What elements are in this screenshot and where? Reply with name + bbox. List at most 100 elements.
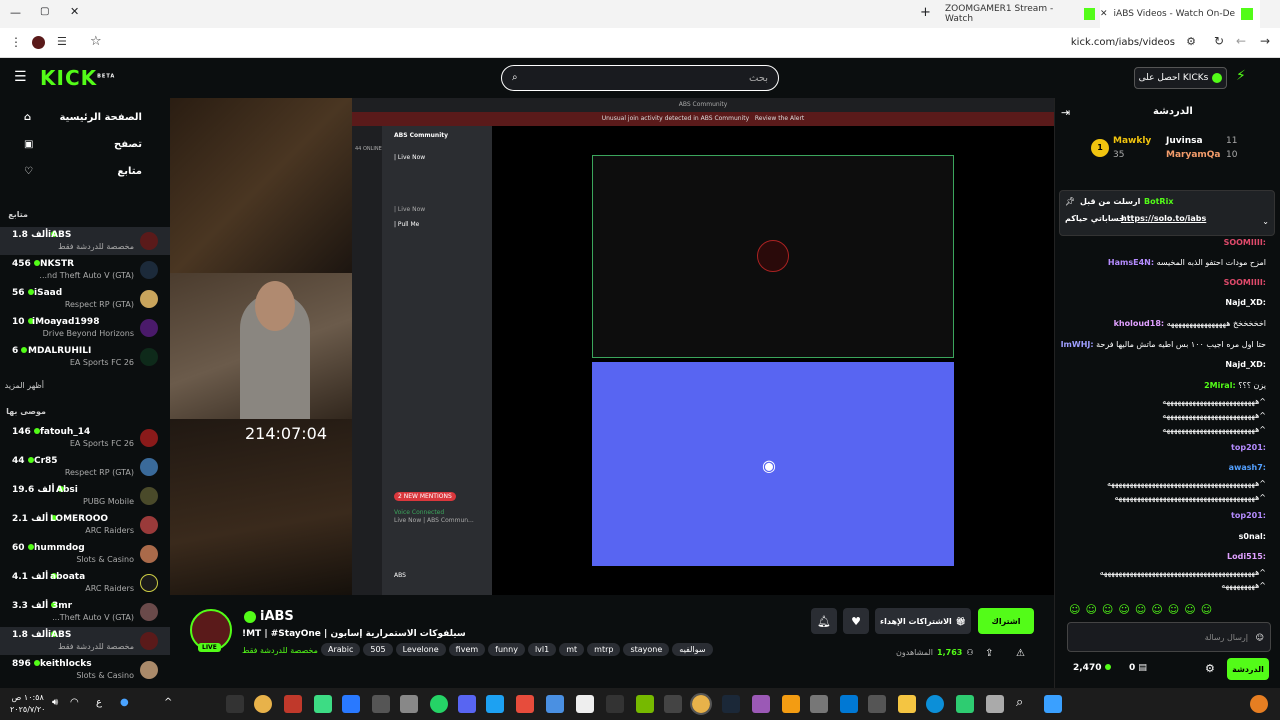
playlist-icon[interactable]: ☰ [57,35,67,48]
tag[interactable]: سوالفيه [672,643,713,656]
sidebar-channel[interactable]: 60 hummdog Slots & Casino [0,540,170,568]
app-icon[interactable] [752,695,770,713]
close-tab-icon[interactable]: ✕ [1100,9,1108,19]
wifi-icon[interactable]: ◠ [70,697,79,708]
explorer-icon[interactable] [898,695,916,713]
sidebar-channel[interactable]: 4.1 ألف aboata ARC Raiders [0,569,170,597]
profile-avatar[interactable] [32,36,45,49]
browser-tab[interactable]: ZOOMGAMER1 Stream - Watch [945,0,1095,28]
whatsapp-icon[interactable] [430,695,448,713]
app-icon[interactable] [314,695,332,713]
kicks-spark-icon[interactable]: ⚡ [1236,68,1246,84]
app-icon[interactable] [606,695,624,713]
minimize-icon[interactable]: — [10,6,21,19]
forward-icon[interactable]: ← [1236,34,1246,48]
sidebar-item-following[interactable]: متابع ♡ [10,166,170,177]
sidebar-channel[interactable]: 1.8 ألف iABS مخصصة للدردشة فقط [0,227,170,255]
obs-icon[interactable] [284,695,302,713]
sidebar-item-browse[interactable]: تصفح ▣ [10,139,170,150]
sidebar-channel[interactable]: 1.8 ألف iABS مخصصة للدردشة فقط [0,627,170,655]
search-icon[interactable]: ⌕ [1016,695,1023,710]
pinned-message[interactable]: 📌︎ ارسلت من قبل BotRix حساباتي حياكم : h… [1059,190,1275,236]
app-icon[interactable] [486,695,504,713]
app-icon[interactable] [956,695,974,713]
sidebar-channel[interactable]: 6 MDALRUHILI EA Sports FC 26 [0,343,170,371]
collapse-chat-icon[interactable]: ⇥ [1061,106,1070,119]
nvidia-icon[interactable] [636,695,654,713]
hamburger-menu-icon[interactable]: ☰ [14,69,27,85]
settings-gear-icon[interactable]: ⚙ [1205,662,1215,675]
report-icon[interactable]: ⚠ [1016,648,1025,659]
video-player[interactable]: 214:07:04 ABS Community Unusual join act… [170,98,1054,595]
browser-tab-active[interactable]: ✕ iABS Videos - Watch On-De [1100,0,1260,28]
app-icon[interactable] [372,695,390,713]
clock[interactable]: ١٠:٥٨ ص ٢٠٢٥/٧/٢٠ [10,692,45,716]
pinned-link[interactable]: https://solo.to/iabs [1121,214,1206,223]
get-kicks-button[interactable]: احصل على KICKs [1134,67,1227,89]
kick-logo[interactable]: KICKBETA [40,66,115,90]
app-icon[interactable] [782,695,800,713]
close-window-icon[interactable]: ✕ [70,5,79,18]
windows-start-icon[interactable] [1044,695,1062,713]
bookmark-star-icon[interactable]: ☆ [90,34,102,49]
tag[interactable]: fivem [448,643,486,656]
chrome-icon[interactable] [254,695,272,713]
sidebar-channel[interactable]: 56 iSaad Respect RP (GTA) [0,285,170,313]
follow-heart-button[interactable]: ♥ [843,608,869,634]
sidebar-channel[interactable]: 2.1 ألف LOMEROOO ARC Raiders [0,511,170,539]
sidebar-channel[interactable]: 19.6 ألف Absi PUBG Mobile [0,482,170,510]
sidebar-channel[interactable]: 896 keithlocks Slots & Casino [0,656,170,684]
subscribe-button[interactable]: اشتراك [978,608,1034,634]
edge-icon[interactable] [926,695,944,713]
show-more-link[interactable]: أظهر المزيد [5,381,44,390]
tag[interactable]: funny [488,643,525,656]
tag[interactable]: lvl1 [527,643,557,656]
tag[interactable]: Levelone [395,643,446,656]
chevron-down-icon[interactable]: ⌄ [1262,217,1269,226]
sidebar-channel[interactable]: 146 fatouh_14 EA Sports FC 26 [0,424,170,452]
sidebar-channel[interactable]: 44 Cr85 Respect RP (GTA) [0,453,170,481]
discord-taskbar-icon[interactable] [458,695,476,713]
epic-games-icon[interactable] [664,695,682,713]
sidebar-channel[interactable]: 3.3 ألف 3mr ...Theft Auto V (GTA) [0,598,170,626]
search-input[interactable]: بحث ⌕ [501,65,779,91]
app-icon[interactable] [1250,695,1268,713]
tag[interactable]: Arabic [321,643,361,656]
stream-category[interactable]: مخصصة للدردشة فقط [242,646,318,655]
menu-dots-icon[interactable]: ⋮ [10,35,22,49]
chrome-icon[interactable] [690,693,712,715]
task-view-icon[interactable] [986,695,1004,713]
sidebar-item-home[interactable]: الصفحة الرئيسية ⌂ [10,112,170,123]
store-icon[interactable] [868,695,886,713]
app-icon[interactable] [546,695,564,713]
sidebar-channel[interactable]: 456 NKSTR ...nd Theft Auto V (GTA) [0,256,170,284]
share-icon[interactable]: ⇪ [985,648,993,659]
tag[interactable]: mt [559,643,585,656]
app-icon[interactable] [342,695,360,713]
volume-icon[interactable]: 🔊︎ [52,697,58,708]
new-tab-icon[interactable]: + [920,5,931,20]
tune-icon[interactable]: ⚙ [1186,35,1196,48]
tray-chevron-icon[interactable]: ^ [164,697,172,708]
gift-subs-button[interactable]: الاشتراكات الإهداء 🎁︎ [875,608,971,634]
tag[interactable]: mtrp [587,643,621,656]
app-icon[interactable] [810,695,828,713]
reload-icon[interactable]: ↻ [1214,34,1224,48]
back-icon[interactable]: → [1260,34,1270,48]
tag[interactable]: stayone [623,643,670,656]
notification-bell-button[interactable]: 🔔︎ [811,608,837,634]
chat-input[interactable]: إرسال رسالة ☺ [1067,622,1271,652]
url-text[interactable]: kick.com/iabs/videos [1071,37,1175,48]
outlook-icon[interactable] [840,695,858,713]
steam-icon[interactable] [722,695,740,713]
language-indicator[interactable]: ع [96,697,102,708]
mic-icon[interactable]: ● [120,697,129,708]
app-icon[interactable] [576,695,594,713]
chat-send-button[interactable]: الدردشة [1227,658,1269,680]
tag[interactable]: 505 [363,643,393,656]
epic-games-icon[interactable] [226,695,244,713]
emoji-icon[interactable]: ☺ [1256,633,1264,642]
app-icon[interactable] [400,695,418,713]
app-icon[interactable] [516,695,534,713]
restore-icon[interactable]: ▢ [40,6,49,17]
